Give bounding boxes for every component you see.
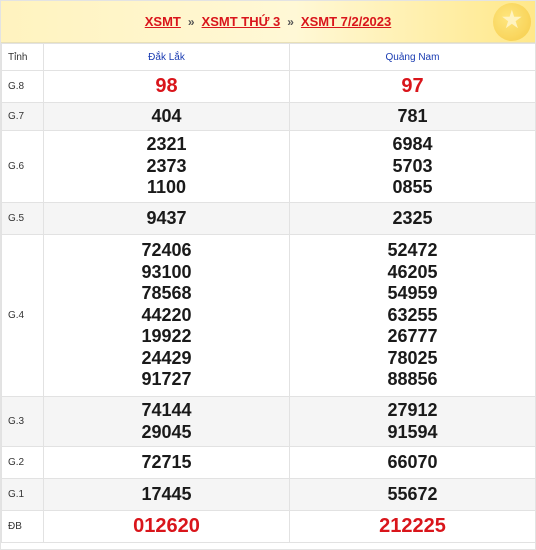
table-header-row: Tỉnh Đắk Lắk Quảng Nam: [1, 43, 536, 71]
prize-number: 55672: [387, 483, 438, 504]
prize-cell: 17445: [43, 478, 290, 511]
results-table: Tỉnh Đắk Lắk Quảng Nam G.8 98 97 G.7 404 781 G…: [1, 43, 536, 543]
prize-number: 24429: [141, 347, 192, 368]
prize-number: 97: [401, 74, 424, 97]
prize-number: 78568: [141, 283, 192, 304]
prize-number: 54959: [387, 283, 438, 304]
prize-number: 19922: [141, 326, 192, 347]
prize-row: G.6 2321 2373 1100 6984 5703 0855: [1, 130, 536, 203]
results-panel: XSMT » XSMT THỨ 3 » XSMT 7/2/2023 ★ Tỉnh…: [0, 0, 536, 550]
prize-number: 91594: [387, 421, 438, 442]
prize-number: 2373: [146, 155, 187, 176]
prize-label: G.8: [1, 70, 44, 103]
prize-row: G.7 404 781: [1, 102, 536, 131]
province-header-label: Tỉnh: [1, 43, 44, 71]
breadcrumb-link-date[interactable]: XSMT 7/2/2023: [301, 14, 391, 29]
breadcrumb-separator: »: [187, 14, 195, 29]
prize-row: G.5 9437 2325: [1, 202, 536, 235]
prize-cell: 97: [289, 70, 536, 103]
prize-number: 17445: [141, 483, 192, 504]
prize-number: 72406: [141, 240, 192, 261]
prize-number: 5703: [392, 155, 433, 176]
prize-number: 26777: [387, 326, 438, 347]
prize-number: 27912: [387, 400, 438, 420]
prize-number: 78025: [387, 347, 438, 368]
prize-number: 2325: [392, 207, 433, 228]
prize-number: 012620: [133, 514, 200, 537]
prize-row: G.8 98 97: [1, 70, 536, 103]
prize-row: ĐB 012620 212225: [1, 510, 536, 543]
prize-number: 46205: [387, 261, 438, 282]
prize-label: G.3: [1, 396, 44, 447]
prize-number: 74144: [141, 400, 192, 420]
prize-number: 404: [151, 105, 182, 126]
prize-label: G.7: [1, 102, 44, 131]
prize-row: G.4 72406 93100 78568 44220 19922 24429 91727 52…: [1, 234, 536, 397]
prize-cell: 98: [43, 70, 290, 103]
prize-number: 9437: [146, 207, 187, 228]
prize-number: 0855: [392, 177, 433, 198]
prize-label: ĐB: [1, 510, 44, 543]
prize-row: G.2 72715 66070: [1, 446, 536, 479]
prize-number: 44220: [141, 304, 192, 325]
prize-number: 52472: [387, 240, 438, 261]
province-name-daklak[interactable]: Đắk Lắk: [43, 43, 290, 71]
prize-row: G.3 74144 29045 27912 91594: [1, 396, 536, 447]
star-logo-icon: ★: [493, 3, 531, 41]
prize-cell: 404: [43, 102, 290, 131]
prize-number: 66070: [387, 451, 438, 472]
prize-cell: 66070: [289, 446, 536, 479]
prize-number: 212225: [379, 514, 446, 537]
prize-number: 88856: [387, 369, 438, 390]
prize-number: 93100: [141, 261, 192, 282]
prize-cell: 2325: [289, 202, 536, 235]
prize-label: G.6: [1, 130, 44, 203]
province-name-quangnam[interactable]: Quảng Nam: [289, 43, 536, 71]
breadcrumb: XSMT » XSMT THỨ 3 » XSMT 7/2/2023 ★: [1, 1, 535, 43]
prize-number: 6984: [392, 134, 433, 155]
prize-cell: 27912 91594: [289, 396, 536, 447]
prize-cell: 72715: [43, 446, 290, 479]
prize-number: 2321: [146, 134, 187, 155]
prize-number: 98: [155, 74, 178, 97]
prize-cell: 74144 29045: [43, 396, 290, 447]
breadcrumb-link-xsmt-thu3[interactable]: XSMT THỨ 3: [202, 14, 281, 29]
prize-cell: 9437: [43, 202, 290, 235]
prize-cell: 2321 2373 1100: [43, 130, 290, 203]
prize-cell: 781: [289, 102, 536, 131]
prize-label: G.4: [1, 234, 44, 397]
prize-label: G.2: [1, 446, 44, 479]
prize-number: 72715: [141, 451, 192, 472]
prize-number: 781: [397, 105, 428, 126]
prize-cell: 52472 46205 54959 63255 26777 78025 88856: [289, 234, 536, 397]
prize-number: 1100: [146, 177, 187, 198]
prize-row: G.1 17445 55672: [1, 478, 536, 511]
prize-number: 29045: [141, 421, 192, 442]
prize-cell: 55672: [289, 478, 536, 511]
breadcrumb-link-xsmt[interactable]: XSMT: [145, 14, 181, 29]
prize-cell: 212225: [289, 510, 536, 543]
prize-cell: 6984 5703 0855: [289, 130, 536, 203]
prize-label: G.5: [1, 202, 44, 235]
prize-number: 91727: [141, 369, 192, 390]
prize-number: 63255: [387, 304, 438, 325]
breadcrumb-separator: »: [287, 14, 294, 29]
prize-label: G.1: [1, 478, 44, 511]
prize-cell: 012620: [43, 510, 290, 543]
prize-cell: 72406 93100 78568 44220 19922 24429 91727: [43, 234, 290, 397]
